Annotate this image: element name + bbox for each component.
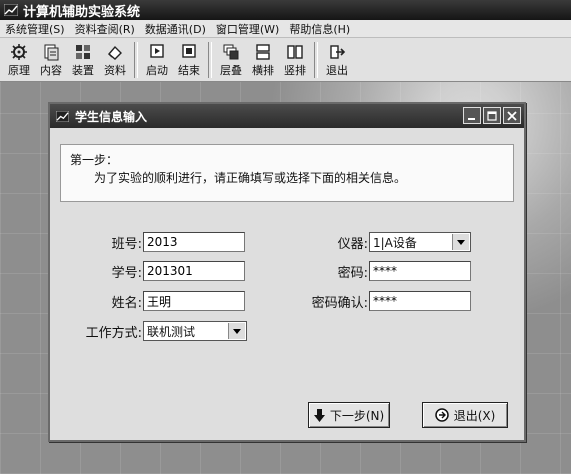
menu-reference[interactable]: 资料查阅(R) bbox=[70, 21, 140, 37]
tile-vertical-icon bbox=[287, 45, 303, 59]
menu-window[interactable]: 窗口管理(W) bbox=[211, 21, 284, 37]
class-input[interactable] bbox=[143, 232, 245, 252]
maximize-button[interactable] bbox=[483, 107, 501, 124]
instrument-dropdown-arrow[interactable] bbox=[452, 234, 469, 250]
toolbar: 原理 内容 装置 资料 启动 结束 层叠 横排 竖排 退出 bbox=[0, 38, 571, 82]
work-mode-value: 联机测试 bbox=[147, 324, 196, 339]
dialog-app-icon bbox=[56, 110, 69, 122]
menu-help[interactable]: 帮助信息(H) bbox=[284, 21, 355, 37]
password-confirm-input[interactable] bbox=[369, 291, 471, 311]
arrow-down-icon bbox=[313, 408, 325, 422]
eraser-icon bbox=[108, 45, 122, 60]
tile-horizontal-icon bbox=[256, 44, 270, 60]
window-controls bbox=[463, 107, 521, 124]
student-info-dialog: 学生信息输入 第一步： 为了实验的顺利进行，请正确填写或选择下面的相关信息。 班… bbox=[48, 102, 526, 442]
toolbar-tile-horizontal-button[interactable]: 横排 bbox=[247, 38, 279, 80]
exit-button[interactable]: 退出(X) bbox=[422, 402, 508, 428]
toolbar-device-button[interactable]: 装置 bbox=[67, 38, 99, 80]
maximize-icon bbox=[487, 110, 497, 121]
app-icon bbox=[4, 4, 18, 16]
name-input[interactable] bbox=[143, 291, 245, 311]
toolbar-materials-button[interactable]: 资料 bbox=[99, 38, 131, 80]
work-mode-dropdown-arrow[interactable] bbox=[228, 323, 245, 339]
step-instructions: 第一步： 为了实验的顺利进行，请正确填写或选择下面的相关信息。 bbox=[60, 144, 514, 202]
minimize-button[interactable] bbox=[463, 107, 481, 124]
menu-data-comm[interactable]: 数据通讯(D) bbox=[140, 21, 211, 37]
cascade-icon bbox=[223, 44, 239, 60]
instrument-value: 1|A设备 bbox=[373, 235, 417, 250]
chevron-down-icon bbox=[233, 328, 241, 334]
work-mode-select[interactable]: 联机测试 bbox=[143, 321, 247, 341]
student-id-input[interactable] bbox=[143, 261, 245, 281]
menu-bar: 系统管理(S) 资料查阅(R) 数据通讯(D) 窗口管理(W) 帮助信息(H) bbox=[0, 20, 571, 38]
toolbar-principle-button[interactable]: 原理 bbox=[3, 38, 35, 80]
work-mode-label: 工作方式: bbox=[85, 326, 142, 341]
document-icon bbox=[44, 44, 59, 61]
step-title: 第一步： bbox=[70, 153, 119, 167]
exit-icon bbox=[330, 45, 346, 59]
password-label: 密码: bbox=[337, 266, 368, 281]
minimize-icon bbox=[468, 117, 475, 120]
app-title: 计算机辅助实验系统 bbox=[23, 4, 141, 20]
toolbar-cascade-button[interactable]: 层叠 bbox=[215, 38, 247, 80]
toolbar-separator bbox=[134, 42, 138, 78]
menu-system[interactable]: 系统管理(S) bbox=[0, 21, 70, 37]
step-text: 为了实验的顺利进行，请正确填写或选择下面的相关信息。 bbox=[94, 171, 407, 185]
instrument-select[interactable]: 1|A设备 bbox=[369, 232, 471, 252]
class-label: 班号: bbox=[111, 237, 142, 252]
toolbar-start-button[interactable]: 启动 bbox=[141, 38, 173, 80]
exit-circle-icon bbox=[434, 408, 449, 422]
chevron-down-icon bbox=[457, 239, 465, 245]
toolbar-exit-button[interactable]: 退出 bbox=[321, 38, 353, 80]
password-input[interactable] bbox=[369, 261, 471, 281]
gear-icon bbox=[11, 44, 27, 60]
toolbar-content-button[interactable]: 内容 bbox=[35, 38, 67, 80]
toolbar-separator bbox=[314, 42, 318, 78]
name-label: 姓名: bbox=[111, 296, 142, 311]
next-step-button[interactable]: 下一步(N) bbox=[308, 402, 390, 428]
close-button[interactable] bbox=[503, 107, 521, 124]
toolbar-tile-vertical-button[interactable]: 竖排 bbox=[279, 38, 311, 80]
toolbar-stop-button[interactable]: 结束 bbox=[173, 38, 205, 80]
toolbar-separator bbox=[208, 42, 212, 78]
device-icon bbox=[76, 45, 90, 59]
password-confirm-label: 密码确认: bbox=[311, 296, 368, 311]
stop-icon bbox=[182, 44, 196, 58]
instrument-label: 仪器: bbox=[337, 237, 368, 252]
student-id-label: 学号: bbox=[111, 266, 142, 281]
dialog-titlebar[interactable]: 学生信息输入 bbox=[50, 104, 524, 128]
close-icon bbox=[507, 110, 517, 121]
play-icon bbox=[150, 44, 164, 58]
app-titlebar: 计算机辅助实验系统 bbox=[0, 0, 571, 20]
dialog-title: 学生信息输入 bbox=[75, 109, 148, 124]
